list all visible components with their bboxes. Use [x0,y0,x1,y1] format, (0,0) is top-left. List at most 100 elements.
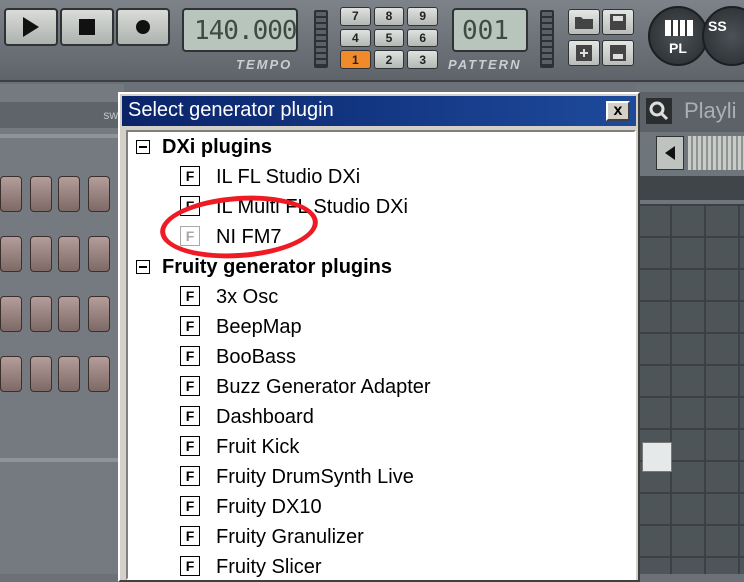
playlist-grid[interactable] [636,204,744,574]
tree-item[interactable]: F Fruity DX10 [180,496,322,526]
keyboard-icon [665,20,693,36]
record-button[interactable] [116,8,170,46]
tree-item-label: IL FL Studio DXi [216,166,361,188]
play-icon [23,17,39,37]
plugin-icon: F [180,526,200,546]
plugin-icon: F [180,316,200,336]
tempo-display[interactable]: 140.000 [182,8,298,52]
tree-group-label: Fruity generator plugins [162,256,393,278]
magnifier-icon[interactable] [646,98,672,124]
tree-group-label: DXi plugins [162,136,272,158]
tree-item[interactable]: F IL FL Studio DXi [180,166,360,196]
plugin-icon: F [180,286,200,306]
playlist-panel: Playli [636,84,744,574]
open-button[interactable] [568,9,600,35]
playlist-block[interactable] [642,442,672,472]
step-button[interactable] [88,236,110,272]
plugin-tree[interactable]: DXi plugins F IL FL Studio DXi F IL Multi … [126,130,636,580]
stop-icon [79,19,95,35]
plugin-icon: F [180,166,200,186]
tree-item[interactable]: F Fruit Kick [180,436,299,466]
numpad-key[interactable]: 3 [407,50,438,69]
numpad-key[interactable]: 6 [407,28,438,48]
step-button[interactable] [58,296,80,332]
numpad-key[interactable]: 8 [373,7,405,26]
plugin-icon: F [180,346,200,366]
step-button[interactable] [0,296,22,332]
step-button[interactable] [88,356,110,392]
collapse-icon[interactable] [136,260,150,274]
tree-item-label: Fruity DrumSynth Live [216,466,414,488]
step-button[interactable] [58,236,80,272]
close-button[interactable]: x [606,101,630,121]
playlist-scrollbar[interactable] [688,136,744,170]
pattern-value: 001 [462,16,509,46]
step-button[interactable] [58,176,80,212]
tree-item[interactable]: F Fruity DrumSynth Live [180,466,414,496]
playlist-title: Playli [684,98,737,123]
stop-button[interactable] [60,8,114,46]
step-button[interactable] [88,176,110,212]
save-button[interactable] [602,9,634,35]
tree-item-label: BeepMap [216,316,302,338]
tree-item[interactable]: F 3x Osc [180,286,278,316]
step-button[interactable] [0,356,22,392]
step-sequencer-panel: sw [0,84,124,574]
plugin-icon: F [180,496,200,516]
folder-icon [575,17,593,29]
step-button[interactable] [30,296,52,332]
playlist-toggle-button[interactable]: PL [648,6,708,66]
tree-item[interactable]: F BooBass [180,346,296,376]
save-as-button[interactable] [602,40,634,66]
tree-item-label: BooBass [216,346,297,368]
step-button[interactable] [0,176,22,212]
tempo-label: TEMPO [236,57,293,72]
step-button[interactable] [30,236,52,272]
tree-item-label: Fruit Kick [216,436,300,458]
step-button[interactable] [0,236,22,272]
save-as-icon [610,45,626,61]
numpad-key[interactable]: 5 [373,28,405,48]
play-button[interactable] [4,8,58,46]
pattern-meter [540,10,554,68]
plugin-icon: F [180,406,200,426]
plugin-icon: F [180,436,200,456]
scroll-left-button[interactable] [656,136,684,170]
numpad-key[interactable]: 4 [340,28,371,48]
tree-group-dxi[interactable]: DXi plugins [136,136,272,166]
dialog-titlebar[interactable]: Select generator plugin x [122,96,636,126]
collapse-icon[interactable] [136,140,150,154]
step-button[interactable] [30,356,52,392]
tree-item-label: Dashboard [216,406,314,428]
record-icon [136,20,150,34]
step-sequencer-header-label: sw [103,108,118,122]
tree-item-label: Fruity Slicer [216,556,322,578]
step-button[interactable] [30,176,52,212]
step-button[interactable] [58,356,80,392]
tree-item[interactable]: F Fruity Slicer [180,556,322,578]
pattern-label: PATTERN [448,57,522,72]
pattern-numpad: 7 8 9 4 5 6 1 2 3 [340,7,438,69]
plugin-icon: F [180,376,200,396]
tree-item-label: Fruity DX10 [216,496,322,518]
arrow-left-icon [665,146,675,160]
numpad-key[interactable]: 2 [373,50,405,69]
step-sequencer-toggle-button[interactable]: SS [702,6,744,66]
step-sequencer-toggle-label: SS [708,18,727,34]
tree-group-fruity-generators[interactable]: Fruity generator plugins [136,256,392,286]
step-button[interactable] [88,296,110,332]
tempo-meter [314,10,328,68]
numpad-key[interactable]: 9 [407,7,438,26]
numpad-key[interactable]: 7 [340,7,371,26]
tree-item[interactable]: F BeepMap [180,316,302,346]
tree-item[interactable]: F Dashboard [180,406,314,436]
numpad-key-active[interactable]: 1 [340,50,371,69]
playlist-ruler [636,176,744,200]
tree-item[interactable]: F Fruity Granulizer [180,526,364,556]
tree-item[interactable]: F Buzz Generator Adapter [180,376,431,406]
dialog-title: Select generator plugin [128,99,334,121]
tree-item-label: Buzz Generator Adapter [216,376,431,398]
pattern-display[interactable]: 001 [452,8,528,52]
select-generator-plugin-dialog: Select generator plugin x DXi plugins FI… [118,92,640,582]
export-button[interactable] [568,40,600,66]
